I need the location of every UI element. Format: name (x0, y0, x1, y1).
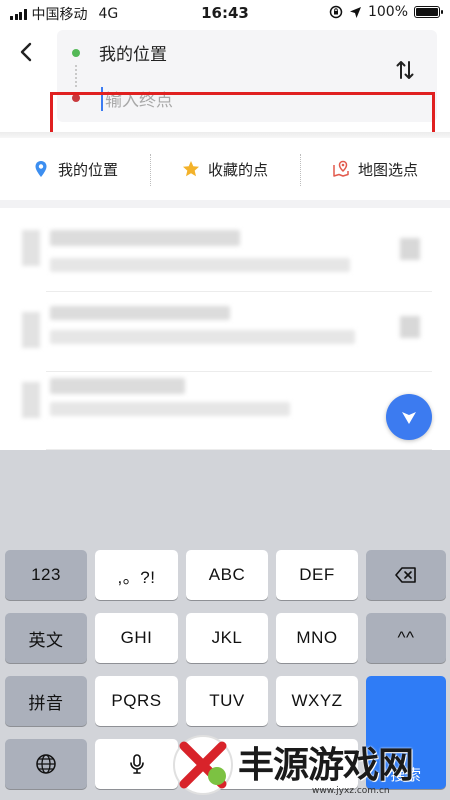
watermark-url: www.jyxz.com.cn (312, 786, 390, 796)
globe-icon (36, 754, 56, 774)
map-pick-icon (333, 160, 349, 177)
star-icon (182, 161, 199, 177)
locate-arrow-icon (402, 412, 416, 424)
key-pqrs[interactable]: PQRS (95, 676, 178, 726)
status-right: 100% (329, 4, 443, 20)
backspace-icon (395, 567, 416, 583)
history-item[interactable] (0, 294, 450, 372)
history-item[interactable] (0, 214, 450, 292)
key-wxyz[interactable]: WXYZ (276, 676, 358, 726)
key-globe[interactable] (5, 739, 87, 789)
key-english[interactable]: 英文 (5, 613, 87, 663)
key-punctuation[interactable]: ,。?! (95, 550, 178, 600)
key-abc[interactable]: ABC (186, 550, 268, 600)
battery-icon (414, 6, 443, 18)
quick-option-label: 收藏的点 (207, 160, 268, 179)
quick-option-map-pick[interactable]: 地图选点 (300, 138, 450, 200)
location-pin-icon (35, 161, 47, 177)
swap-route-icon[interactable] (394, 59, 416, 81)
key-emoticon[interactable]: ^^ (366, 613, 446, 663)
quick-option-label: 地图选点 (357, 160, 418, 179)
quick-option-label: 我的位置 (57, 160, 118, 179)
watermark: 丰源游戏网 www.jyxz.com.cn (172, 730, 450, 800)
route-header: 我的位置 (0, 26, 450, 142)
microphone-icon (129, 754, 144, 774)
locate-button[interactable] (386, 394, 432, 440)
key-mno[interactable]: MNO (276, 613, 358, 663)
rotation-lock-icon (329, 5, 343, 19)
key-def[interactable]: DEF (276, 550, 358, 600)
key-123[interactable]: 123 (5, 550, 87, 600)
start-dot (72, 49, 80, 57)
quick-option-favorites[interactable]: 收藏的点 (150, 138, 300, 200)
history-list (0, 208, 450, 450)
history-item[interactable] (0, 372, 450, 450)
status-bar: 中国移动 4G 16:43 100% (0, 0, 450, 26)
battery-percent: 100% (367, 4, 408, 20)
quick-options-bar: 我的位置 收藏的点 地图选点 (0, 138, 450, 200)
watermark-text: 丰源游戏网 (238, 745, 414, 786)
back-arrow-icon[interactable] (17, 42, 37, 62)
section-gap (0, 200, 450, 208)
quick-option-my-location[interactable]: 我的位置 (0, 138, 150, 200)
key-backspace[interactable] (366, 550, 446, 600)
key-tuv[interactable]: TUV (186, 676, 268, 726)
watermark-logo-icon (173, 735, 233, 795)
start-location-field[interactable]: 我的位置 (99, 40, 167, 65)
key-jkl[interactable]: JKL (186, 613, 268, 663)
route-dots-line (75, 65, 77, 87)
key-microphone[interactable] (95, 739, 178, 789)
key-pinyin[interactable]: 拼音 (5, 676, 87, 726)
key-ghi[interactable]: GHI (95, 613, 178, 663)
location-arrow-icon (349, 6, 361, 18)
